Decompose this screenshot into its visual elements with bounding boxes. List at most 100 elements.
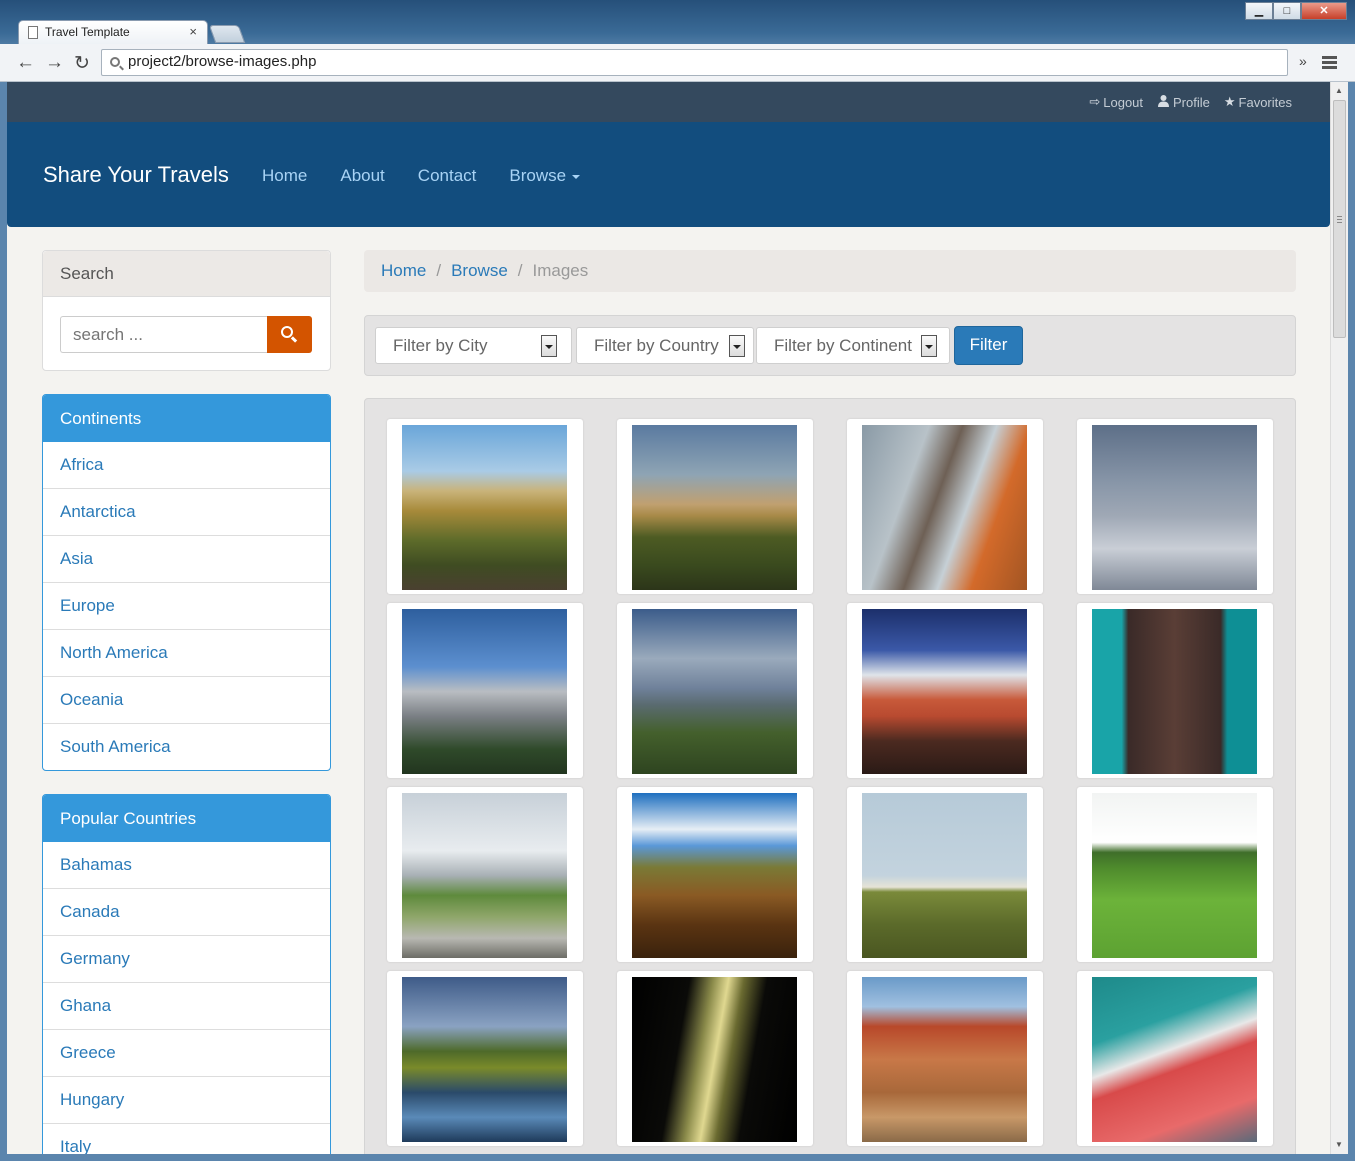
filter-button[interactable]: Filter bbox=[954, 326, 1023, 365]
country-item[interactable]: Bahamas bbox=[43, 842, 330, 889]
country-item[interactable]: Germany bbox=[43, 936, 330, 983]
search-input[interactable] bbox=[60, 316, 268, 353]
city-filter-select[interactable]: Filter by City bbox=[375, 327, 572, 364]
continent-item[interactable]: Africa bbox=[43, 442, 330, 489]
page-scrollbar[interactable]: ▲ ▼ bbox=[1330, 82, 1348, 1154]
reload-icon[interactable]: ↻ bbox=[74, 52, 90, 75]
scrollbar-thumb[interactable] bbox=[1333, 100, 1346, 338]
nav-browse-dropdown[interactable]: Browse bbox=[509, 166, 581, 186]
image-thumbnail[interactable] bbox=[847, 419, 1043, 594]
continent-item[interactable]: Antarctica bbox=[43, 489, 330, 536]
countries-panel-title: Popular Countries bbox=[43, 795, 330, 842]
image-thumbnail[interactable] bbox=[617, 603, 813, 778]
continent-item[interactable]: South America bbox=[43, 724, 330, 770]
continent-item[interactable]: North America bbox=[43, 630, 330, 677]
image-thumbnail[interactable] bbox=[387, 971, 583, 1146]
tab-close-icon[interactable]: × bbox=[189, 24, 197, 39]
breadcrumb-browse[interactable]: Browse bbox=[451, 261, 508, 280]
scroll-up-arrow-icon[interactable]: ▲ bbox=[1335, 86, 1343, 95]
favorites-link[interactable]: ★ Favorites bbox=[1224, 94, 1292, 110]
breadcrumb-home[interactable]: Home bbox=[381, 261, 426, 280]
photo-green-field bbox=[1092, 793, 1257, 958]
country-item[interactable]: Canada bbox=[43, 889, 330, 936]
profile-label: Profile bbox=[1173, 94, 1210, 110]
new-tab-button[interactable] bbox=[208, 25, 246, 43]
image-thumbnail[interactable] bbox=[847, 603, 1043, 778]
continents-panel-title: Continents bbox=[43, 395, 330, 442]
search-panel-title: Search bbox=[43, 251, 330, 297]
maximize-button[interactable]: □ bbox=[1273, 2, 1301, 20]
window-frame-right bbox=[1348, 82, 1355, 1161]
continent-item[interactable]: Oceania bbox=[43, 677, 330, 724]
photo-city-skyline bbox=[632, 425, 797, 590]
image-thumbnail[interactable] bbox=[387, 787, 583, 962]
image-thumbnail[interactable] bbox=[617, 971, 813, 1146]
breadcrumb: Home / Browse / Images bbox=[364, 250, 1296, 292]
image-thumbnail[interactable] bbox=[847, 971, 1043, 1146]
bookmarks-overflow-icon[interactable]: » bbox=[1299, 53, 1307, 69]
image-thumbnail[interactable] bbox=[387, 603, 583, 778]
image-thumbnail[interactable] bbox=[1077, 787, 1273, 962]
address-bar[interactable]: project2/browse-images.php bbox=[101, 49, 1288, 76]
nav-about[interactable]: About bbox=[340, 166, 384, 186]
continent-item[interactable]: Europe bbox=[43, 583, 330, 630]
nav-links: Home About Contact Browse bbox=[262, 166, 581, 186]
window-close-button[interactable]: ✕ bbox=[1301, 2, 1347, 20]
image-thumbnail[interactable] bbox=[1077, 419, 1273, 594]
continent-filter-select[interactable]: Filter by Continent bbox=[756, 327, 950, 364]
photo-arsenal-stadium bbox=[1092, 977, 1257, 1142]
user-icon bbox=[1157, 94, 1170, 110]
continent-item[interactable]: Asia bbox=[43, 536, 330, 583]
minimize-button[interactable]: ▁ bbox=[1245, 2, 1273, 20]
photo-snowy-path bbox=[1092, 425, 1257, 590]
nav-contact[interactable]: Contact bbox=[418, 166, 477, 186]
page-viewport: ⇨ Logout Profile ★ Favorites Share Your … bbox=[7, 82, 1330, 1154]
nav-browse-label: Browse bbox=[509, 166, 567, 185]
window-controls: ▁ □ ✕ bbox=[1245, 2, 1347, 20]
image-thumbnail[interactable] bbox=[1077, 603, 1273, 778]
image-thumbnail[interactable] bbox=[1077, 971, 1273, 1146]
photo-driftwood-field bbox=[632, 793, 797, 958]
star-icon: ★ bbox=[1223, 94, 1236, 109]
url-text: project2/browse-images.php bbox=[128, 53, 317, 70]
country-item[interactable]: Ghana bbox=[43, 983, 330, 1030]
country-item[interactable]: Italy bbox=[43, 1124, 330, 1154]
continents-panel: Continents Africa Antarctica Asia Europe… bbox=[42, 394, 331, 771]
photo-white-silos bbox=[862, 793, 1027, 958]
photo-gothic-church bbox=[1092, 609, 1257, 774]
image-thumbnail[interactable] bbox=[847, 787, 1043, 962]
filter-bar: Filter by City Filter by Country Filter … bbox=[364, 315, 1296, 376]
image-thumbnail[interactable] bbox=[617, 419, 813, 594]
scroll-down-arrow-icon[interactable]: ▼ bbox=[1335, 1140, 1343, 1149]
photo-harbour bbox=[862, 609, 1027, 774]
dropdown-arrow-icon bbox=[921, 335, 937, 357]
photo-rocky-coast bbox=[402, 793, 567, 958]
main-navbar: Share Your Travels Home About Contact Br… bbox=[7, 122, 1330, 227]
search-panel: Search bbox=[42, 250, 331, 371]
search-button[interactable] bbox=[267, 316, 312, 353]
window-frame-bottom bbox=[0, 1154, 1355, 1161]
country-filter-select[interactable]: Filter by Country bbox=[576, 327, 754, 364]
page-icon bbox=[28, 26, 38, 39]
logout-link[interactable]: ⇨ Logout bbox=[1089, 94, 1143, 110]
photo-snowy-tree-building bbox=[862, 425, 1027, 590]
forward-arrow-icon[interactable]: → bbox=[45, 52, 64, 74]
nav-home[interactable]: Home bbox=[262, 166, 307, 186]
country-item[interactable]: Hungary bbox=[43, 1077, 330, 1124]
site-brand[interactable]: Share Your Travels bbox=[43, 162, 229, 188]
search-icon bbox=[281, 326, 293, 338]
breadcrumb-separator: / bbox=[436, 261, 442, 280]
photo-lake-reflection bbox=[402, 977, 567, 1142]
profile-link[interactable]: Profile bbox=[1157, 94, 1210, 110]
browser-toolbar: ← → ↻ project2/browse-images.php » bbox=[0, 44, 1355, 82]
photo-concert-hall bbox=[862, 977, 1027, 1142]
image-thumbnail[interactable] bbox=[617, 787, 813, 962]
photo-rocky-mountain bbox=[402, 609, 567, 774]
browser-tab[interactable]: Travel Template × bbox=[18, 20, 208, 44]
caret-down-icon bbox=[572, 174, 581, 179]
back-arrow-icon[interactable]: ← bbox=[16, 52, 35, 74]
menu-icon[interactable] bbox=[1322, 56, 1337, 71]
utility-bar: ⇨ Logout Profile ★ Favorites bbox=[7, 82, 1330, 122]
country-item[interactable]: Greece bbox=[43, 1030, 330, 1077]
image-thumbnail[interactable] bbox=[387, 419, 583, 594]
